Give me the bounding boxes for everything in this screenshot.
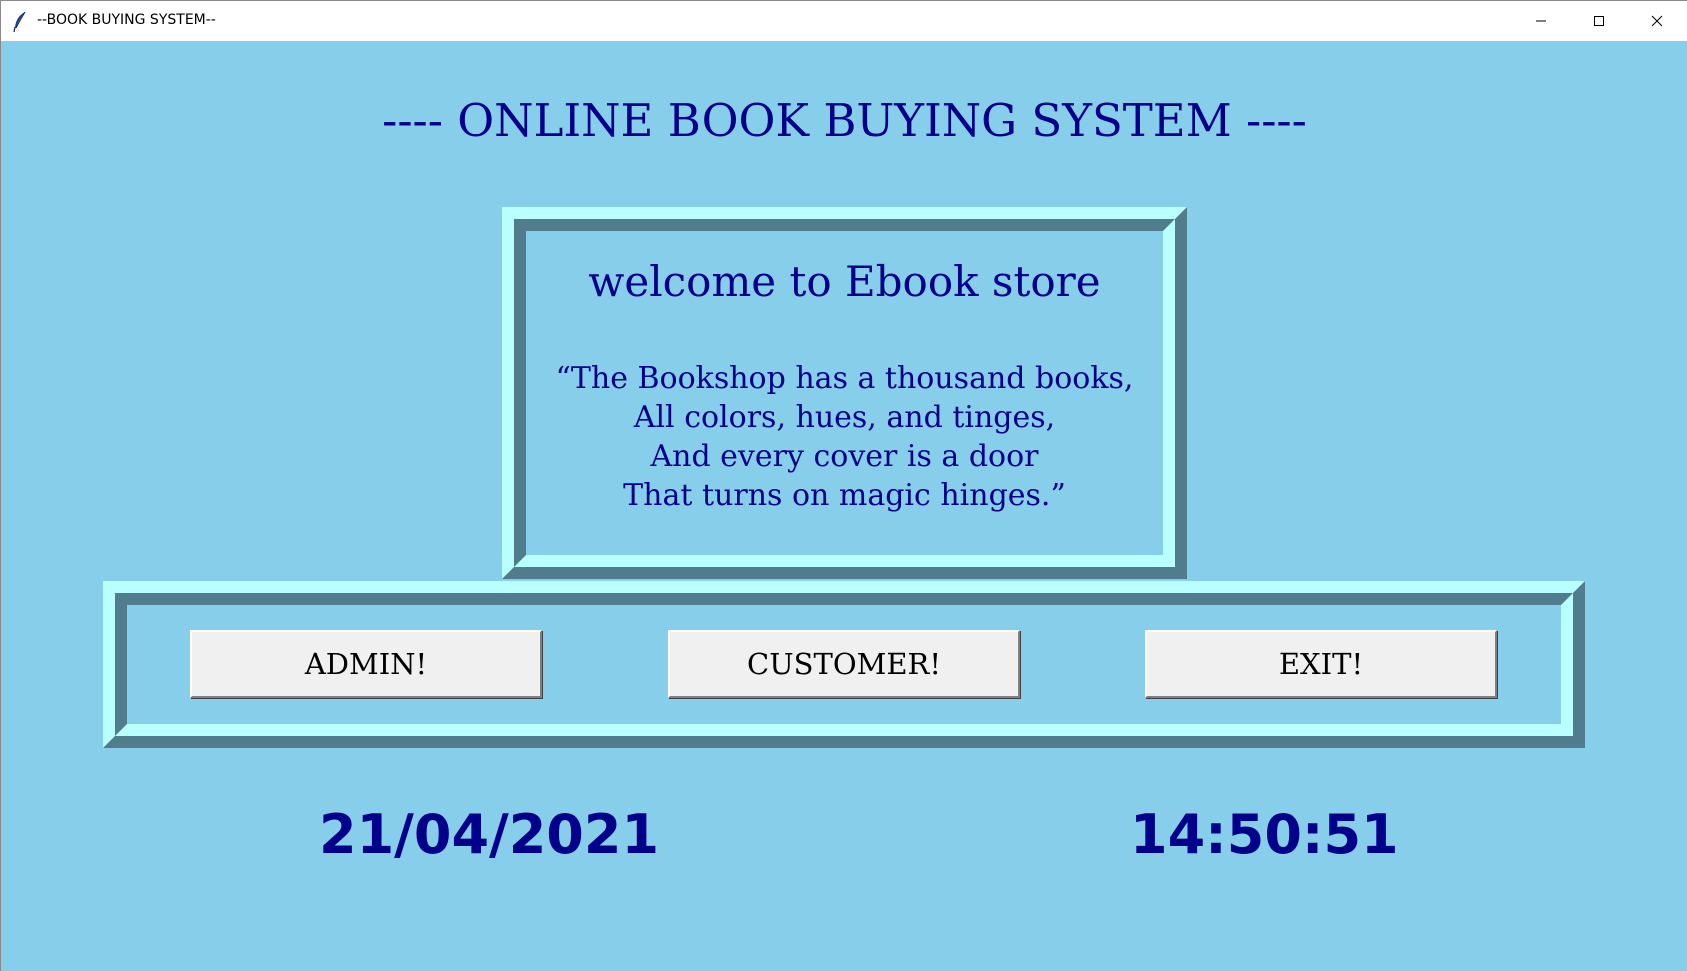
quote-line: And every cover is a door bbox=[650, 439, 1039, 474]
app-window: --BOOK BUYING SYSTEM-- ---- ONLINE BOOK … bbox=[0, 0, 1687, 971]
quote-line: “The Bookshop has a thousand books, bbox=[555, 361, 1134, 396]
admin-button[interactable]: ADMIN! bbox=[190, 630, 542, 698]
quote-line: All colors, hues, and tinges, bbox=[633, 400, 1056, 435]
title-bar[interactable]: --BOOK BUYING SYSTEM-- bbox=[1, 1, 1687, 41]
quote-text: “The Bookshop has a thousand books, All … bbox=[514, 359, 1175, 515]
quote-line: That turns on magic hinges.” bbox=[623, 478, 1066, 513]
window-title: --BOOK BUYING SYSTEM-- bbox=[37, 12, 216, 28]
minimize-button[interactable] bbox=[1512, 1, 1570, 41]
close-icon bbox=[1651, 15, 1663, 27]
maximize-icon bbox=[1593, 15, 1605, 27]
time-display: 14:50:51 bbox=[1130, 803, 1399, 866]
maximize-button[interactable] bbox=[1570, 1, 1628, 41]
customer-button[interactable]: CUSTOMER! bbox=[668, 630, 1020, 698]
exit-button[interactable]: EXIT! bbox=[1145, 630, 1497, 698]
minimize-icon bbox=[1535, 15, 1547, 27]
feather-icon bbox=[13, 11, 27, 33]
welcome-title: welcome to Ebook store bbox=[588, 257, 1101, 306]
welcome-panel: welcome to Ebook store “The Bookshop has… bbox=[502, 207, 1187, 579]
date-display: 21/04/2021 bbox=[319, 803, 660, 866]
client-area: ---- ONLINE BOOK BUYING SYSTEM ---- welc… bbox=[1, 41, 1687, 971]
close-button[interactable] bbox=[1628, 1, 1686, 41]
page-title: ---- ONLINE BOOK BUYING SYSTEM ---- bbox=[382, 94, 1307, 147]
